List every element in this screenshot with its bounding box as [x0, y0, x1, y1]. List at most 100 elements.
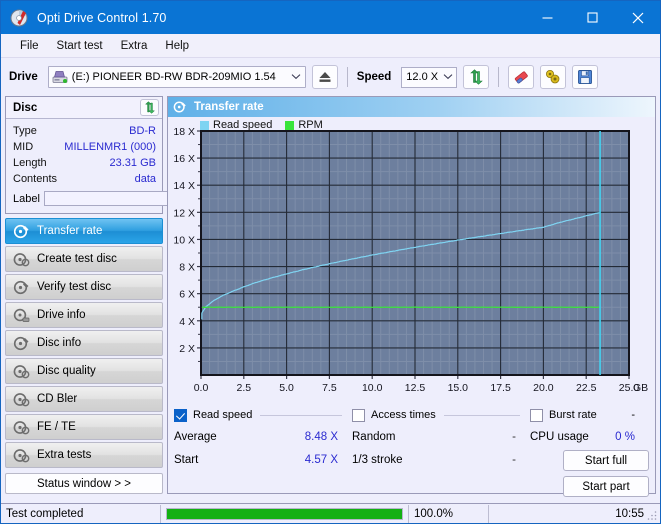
average-key: Average: [174, 431, 305, 443]
svg-text:8 X: 8 X: [179, 262, 195, 274]
menu-file[interactable]: File: [11, 38, 48, 54]
burst-rate-checkbox[interactable]: [530, 409, 543, 422]
chart-area: Read speed RPM 2 X4 X6 X8 X10 X12 X14 X1…: [168, 117, 655, 401]
disc-type-value: BD-R: [129, 125, 156, 137]
refresh-button[interactable]: [463, 65, 489, 89]
start-full-button[interactable]: Start full: [563, 450, 649, 471]
cpu-usage-value: 0 %: [615, 431, 649, 443]
disc-burn-icon: [13, 252, 30, 267]
average-row: Average 8.48 X: [174, 425, 352, 448]
left-panel: Disc Type BD-R MID MILL: [5, 96, 163, 494]
resize-grip[interactable]: [647, 510, 657, 520]
burst-rate-label: Burst rate: [549, 409, 597, 421]
drive-label: Drive: [9, 71, 38, 83]
start-part-button[interactable]: Start part: [563, 476, 649, 497]
transfer-rate-plot[interactable]: 2 X4 X6 X8 X10 X12 X14 X16 X18 X0.02.55.…: [168, 117, 655, 402]
sidebar-label: Extra tests: [37, 449, 91, 461]
toolbar-separator: [498, 67, 499, 87]
disc-length-key: Length: [13, 157, 47, 169]
disc-label-key: Label: [13, 193, 40, 205]
sidebar-item-verify-test-disc[interactable]: Verify test disc: [5, 274, 163, 300]
start-value: 4.57 X: [305, 454, 352, 466]
sidebar-item-disc-quality[interactable]: Disc quality: [5, 358, 163, 384]
svg-text:17.5: 17.5: [490, 382, 511, 394]
svg-text:12 X: 12 X: [173, 207, 195, 219]
start-key: Start: [174, 454, 305, 466]
disc-rows: Type BD-R MID MILLENMR1 (000) Length 23.…: [6, 119, 162, 213]
disc-row-contents: Contents data: [13, 171, 156, 187]
sidebar-item-drive-info[interactable]: Drive info: [5, 302, 163, 328]
menu-bar: File Start test Extra Help: [1, 34, 660, 58]
disc-info-box: Disc Type BD-R MID MILL: [5, 96, 163, 214]
menu-help[interactable]: Help: [156, 38, 198, 54]
svg-text:18 X: 18 X: [173, 126, 195, 138]
drive-select[interactable]: (E:) PIONEER BD-RW BDR-209MIO 1.54: [48, 66, 306, 88]
sidebar-item-fe-te[interactable]: FE / TE: [5, 414, 163, 440]
maximize-button[interactable]: [570, 1, 615, 34]
disc-contents-key: Contents: [13, 173, 57, 185]
burst-rate-header: Burst rate -: [530, 405, 649, 425]
svg-text:0.0: 0.0: [194, 382, 209, 394]
disc-scan-icon: [13, 224, 30, 239]
drive-value: (E:) PIONEER BD-RW BDR-209MIO 1.54: [72, 71, 289, 83]
average-value: 8.48 X: [305, 431, 352, 443]
save-button[interactable]: [572, 65, 598, 89]
sidebar-item-disc-info[interactable]: Disc info: [5, 330, 163, 356]
chart-title: Transfer rate: [194, 101, 264, 113]
sidebar-item-extra-tests[interactable]: Extra tests: [5, 442, 163, 468]
menu-start-test[interactable]: Start test: [48, 38, 112, 54]
disc-scan-icon: [173, 100, 187, 114]
stats-row-2: Start 4.57 X 1/3 stroke - Start full: [174, 448, 649, 497]
stats-panel: Read speed Access times: [168, 401, 655, 493]
chart-legend: Read speed RPM: [200, 119, 323, 131]
sidebar-item-transfer-rate[interactable]: Transfer rate: [5, 218, 163, 244]
speed-label: Speed: [357, 71, 392, 83]
svg-text:15.0: 15.0: [448, 382, 469, 394]
close-button[interactable]: [615, 1, 660, 34]
toolbar: Drive (E:) PIONEER BD-RW BDR-209MIO 1.54: [1, 58, 660, 96]
legend-label-rpm: RPM: [298, 119, 322, 131]
fe-te-icon: [13, 420, 30, 435]
menu-extra[interactable]: Extra: [112, 38, 157, 54]
access-times-header: Access times: [352, 405, 530, 425]
drive-info-icon: [13, 308, 30, 323]
disc-label-row: Label: [13, 189, 156, 208]
extra-tests-icon: [13, 448, 30, 463]
right-panel: Transfer rate Read speed RPM 2 X4 X6 X8 …: [167, 96, 656, 494]
stats-header-row: Read speed Access times: [174, 405, 649, 425]
one-third-stroke-value: -: [512, 454, 530, 466]
disc-refresh-button[interactable]: [140, 99, 159, 116]
read-speed-checkbox[interactable]: [174, 409, 187, 422]
toolbar-separator: [347, 67, 348, 87]
app-window: Opti Drive Control 1.70 File Start test …: [0, 0, 661, 524]
eraser-button[interactable]: [508, 65, 534, 89]
status-bar: Test completed 100.0% 10:55: [1, 503, 660, 523]
read-speed-header: Read speed: [174, 405, 352, 425]
sidebar-item-cd-bler[interactable]: CD Bler: [5, 386, 163, 412]
sidebar-label: FE / TE: [37, 421, 76, 433]
svg-text:7.5: 7.5: [322, 382, 337, 394]
disc-quality-icon: [13, 364, 30, 379]
status-window-button[interactable]: Status window > >: [5, 473, 163, 494]
disc-info-icon: [13, 336, 30, 351]
sidebar-item-create-test-disc[interactable]: Create test disc: [5, 246, 163, 272]
svg-text:14 X: 14 X: [173, 180, 195, 192]
divider: [260, 415, 342, 416]
sidebar-label: Transfer rate: [37, 225, 102, 237]
wrench-button[interactable]: [540, 65, 566, 89]
sidebar-label: Create test disc: [37, 253, 117, 265]
legend-label-read-speed: Read speed: [213, 119, 272, 131]
speed-select[interactable]: 12.0 X: [401, 67, 457, 88]
sidebar-label: CD Bler: [37, 393, 77, 405]
disc-verify-icon: [13, 280, 30, 295]
disc-row-mid: MID MILLENMR1 (000): [13, 139, 156, 155]
eject-button[interactable]: [312, 65, 338, 89]
access-times-checkbox[interactable]: [352, 409, 365, 422]
sidebar-label: Disc info: [37, 337, 81, 349]
disc-contents-value: data: [135, 173, 156, 185]
minimize-button[interactable]: [525, 1, 570, 34]
svg-text:20.0: 20.0: [533, 382, 554, 394]
legend-swatch-read-speed: [200, 121, 209, 130]
cpu-usage-row: CPU usage 0 %: [530, 425, 649, 448]
disc-length-value: 23.31 GB: [110, 157, 156, 169]
